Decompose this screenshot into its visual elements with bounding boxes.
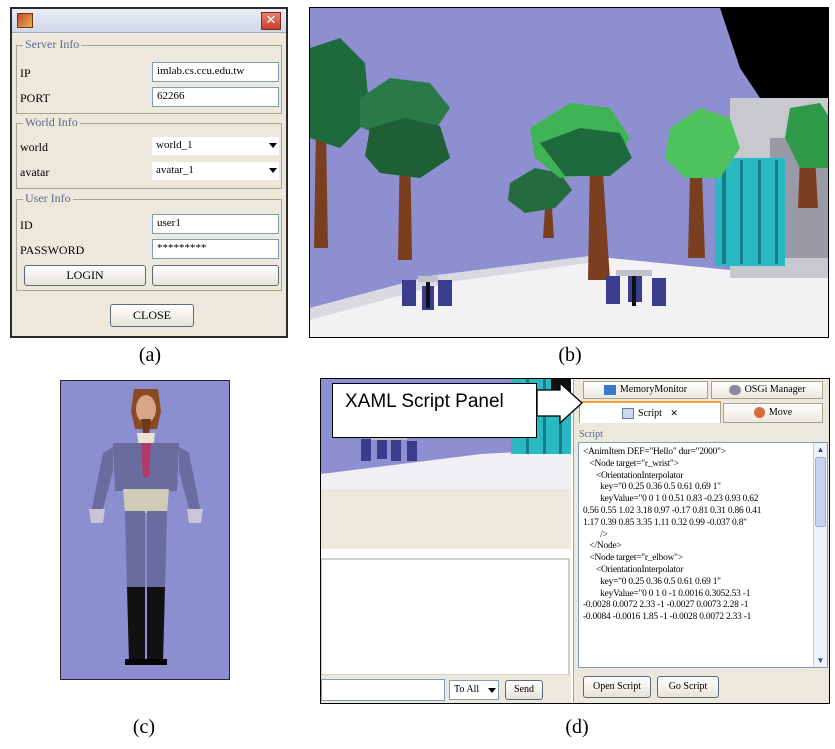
caption-d: (d) [565, 716, 589, 738]
password-label: PASSWORD [20, 243, 85, 257]
caption-b: (b) [558, 344, 582, 366]
world-select[interactable]: world_1 [152, 137, 279, 155]
script-line: -0.0028 0.0072 2.33 -1 -0.0027 0.0073 2.… [583, 600, 749, 611]
world-select-value: world_1 [156, 139, 193, 151]
virtual-world-render [310, 8, 828, 337]
tab-move[interactable]: Move [723, 403, 823, 423]
close-button[interactable]: CLOSE [110, 304, 194, 327]
app-icon [17, 13, 33, 28]
chat-input[interactable] [321, 679, 445, 701]
monitor-icon [603, 384, 616, 395]
login-dialog: ✕ Server Info IP imlab.cs.ccu.edu.tw POR… [10, 7, 288, 338]
tab-memory-monitor[interactable]: MemoryMonitor [583, 381, 708, 399]
open-script-button[interactable]: Open Script [583, 676, 651, 698]
osgi-icon [728, 384, 741, 395]
login-button[interactable]: LOGIN [24, 265, 146, 286]
caption-a: (a) [138, 344, 162, 366]
id-label: ID [20, 218, 33, 232]
world-label: world [20, 140, 48, 154]
script-line: 0.56 0.55 1.02 3.18 0.97 -0.17 0.81 0.31… [583, 505, 762, 516]
avatar-label: avatar [20, 165, 50, 179]
script-line: keyValue="0 0 1 0 0.51 0.83 -0.23 0.93 0… [583, 494, 759, 505]
script-line: key="0 0.25 0.36 0.5 0.61 0.69 1" [583, 482, 721, 493]
id-field[interactable]: user1 [152, 214, 279, 234]
script-line: /> [583, 529, 608, 540]
port-field[interactable]: 62266 [152, 87, 279, 107]
script-line: <OrientationInterpolator [583, 470, 684, 481]
close-icon[interactable]: ✕ [261, 12, 281, 30]
callout-arrow-icon [536, 381, 583, 425]
user-info-legend: User Info [23, 191, 73, 206]
caption-c: (c) [132, 716, 156, 738]
chevron-down-icon [488, 688, 496, 693]
tab-script[interactable]: Script ✕ [579, 401, 721, 423]
close-tab-icon[interactable]: ✕ [670, 408, 678, 418]
scrollbar-thumb[interactable] [815, 457, 826, 527]
avatar-select[interactable]: avatar_1 [152, 162, 279, 180]
port-label: PORT [20, 91, 50, 105]
ip-field[interactable]: imlab.cs.ccu.edu.tw [152, 62, 279, 82]
world-info-legend: World Info [23, 115, 80, 130]
person-icon [753, 407, 765, 419]
callout-label: XAML Script Panel [345, 391, 504, 412]
script-scrollbar[interactable]: ▲ ▼ [813, 443, 827, 667]
to-select-value: To All [454, 684, 480, 695]
script-line: </Node> [583, 541, 622, 552]
script-line: keyValue="0 0 1 0 -1 0.0016 0.3052.53 -1 [583, 588, 751, 599]
dialog-titlebar: ✕ [12, 9, 286, 33]
virtual-world-view[interactable] [309, 7, 829, 338]
script-line: <AnimItem DEF="Hello" dur="2000"> [583, 447, 726, 457]
script-icon [622, 408, 635, 420]
script-line: 1.17 0.39 0.85 3.35 1.11 0.32 0.99 -0.03… [583, 517, 747, 528]
to-select[interactable]: To All [449, 680, 499, 700]
chevron-down-icon [269, 168, 277, 173]
scroll-up-icon[interactable]: ▲ [816, 445, 825, 454]
script-line: -0.0084 -0.0016 1.85 -1 -0.0028 0.0072 2… [583, 612, 752, 623]
password-field[interactable]: ********* [152, 239, 279, 259]
script-textarea[interactable]: <AnimItem DEF="Hello" dur="2000"> <Node … [578, 442, 828, 668]
avatar-select-value: avatar_1 [156, 164, 194, 176]
script-content: <AnimItem DEF="Hello" dur="2000"> <Node … [583, 447, 809, 624]
scroll-down-icon[interactable]: ▼ [816, 656, 825, 665]
script-line: <Node target="r_elbow"> [583, 553, 683, 564]
send-button[interactable]: Send [505, 680, 543, 700]
avatar-figure [61, 381, 229, 679]
script-line: <OrientationInterpolator [583, 564, 684, 575]
chevron-down-icon [269, 143, 277, 148]
server-info-legend: Server Info [23, 37, 82, 52]
script-line: <Node target="r_wrist"> [583, 458, 679, 469]
go-script-button[interactable]: Go Script [657, 676, 719, 698]
ip-label: IP [20, 66, 31, 80]
script-line: key="0 0.25 0.36 0.5 0.61 0.69 1" [583, 576, 721, 587]
blank-button[interactable] [152, 265, 279, 286]
avatar-preview [60, 380, 230, 680]
tab-osgi-manager[interactable]: OSGi Manager [711, 381, 823, 399]
